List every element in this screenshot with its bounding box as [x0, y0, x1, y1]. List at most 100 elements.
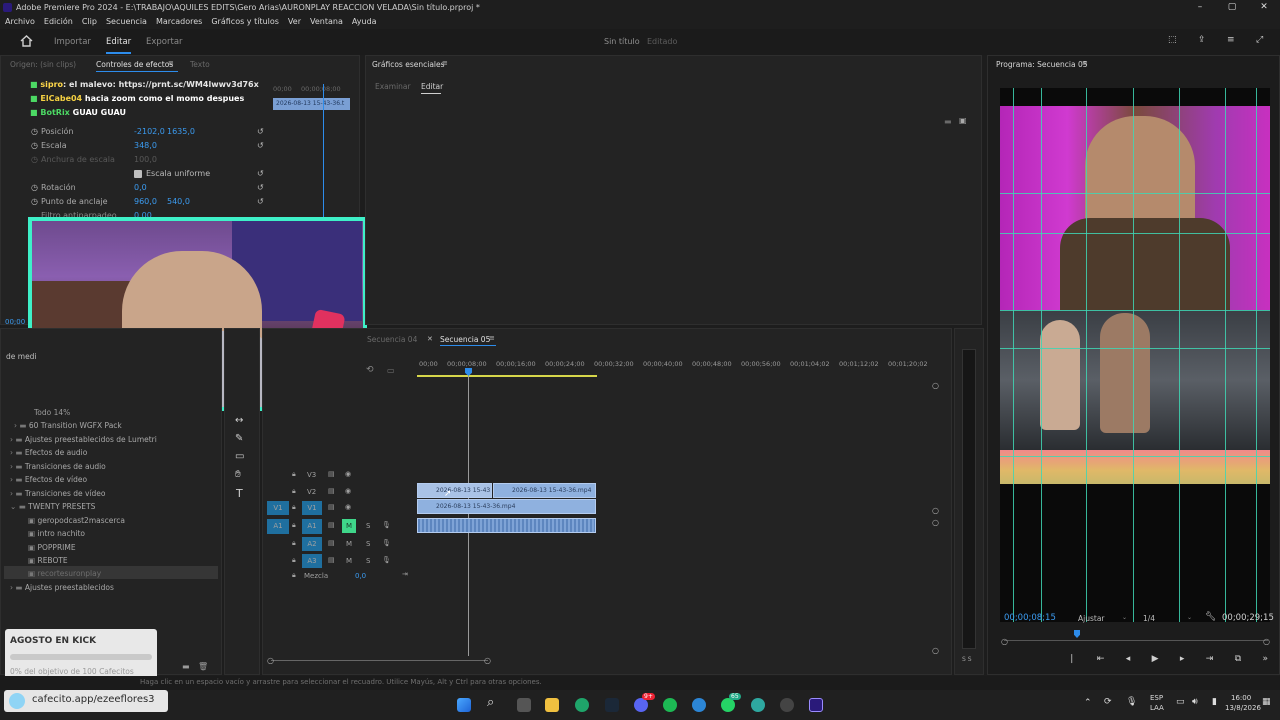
guide-line[interactable] [1179, 88, 1180, 622]
language-top[interactable]: ESP [1150, 694, 1163, 702]
mix-value[interactable]: 0,0 [355, 572, 366, 580]
monitor-icon[interactable]: ▭ [1176, 697, 1185, 707]
menu-graficos[interactable]: Gráficos y títulos [211, 15, 279, 29]
volume-icon[interactable]: 🔊︎ [1192, 697, 1198, 707]
ec-value-x[interactable]: -2102,0 [134, 127, 165, 136]
whatsapp-icon[interactable] [721, 698, 735, 712]
ec-timecode[interactable]: 00;00 [5, 318, 25, 326]
film-icon[interactable]: ▤ [328, 470, 335, 478]
film-icon[interactable]: ▤ [328, 487, 335, 495]
track-id[interactable]: V1 [302, 501, 322, 515]
scroll-handle-icon[interactable]: ○ [267, 656, 274, 665]
guide-line[interactable] [1225, 88, 1226, 622]
project-item[interactable]: ▣ POPPRIME [28, 543, 76, 552]
close-icon[interactable]: ✕ [427, 335, 433, 343]
spotify-icon[interactable] [663, 698, 677, 712]
lock-icon[interactable]: 🔒︎ [292, 571, 296, 580]
donate-link-widget[interactable]: cafecito.app/ezeeflores3 [4, 690, 168, 712]
reset-icon[interactable]: ↺ [257, 127, 264, 136]
clip-a1[interactable] [417, 518, 596, 533]
share-icon[interactable]: ⇪ [1198, 35, 1206, 45]
guide-line[interactable] [1000, 348, 1270, 349]
browser-icon[interactable] [751, 698, 765, 712]
minimize-button[interactable]: – [1184, 0, 1216, 15]
tab-exportar[interactable]: Exportar [146, 37, 183, 47]
solo-button[interactable]: S [366, 540, 370, 548]
linked-selection-icon[interactable]: ▭ [387, 366, 395, 375]
project-item[interactable]: ▣ intro nachito [28, 529, 85, 538]
tray-icon[interactable]: ⟳ [1104, 697, 1112, 707]
go-to-end-icon[interactable]: ⇥ [402, 570, 408, 578]
out-handle-icon[interactable]: ○ [1263, 637, 1270, 646]
panel-menu-icon[interactable]: ≡ [168, 59, 174, 67]
skype-icon[interactable] [692, 698, 706, 712]
reset-icon[interactable]: ↺ [257, 169, 264, 178]
guide-line[interactable] [1000, 193, 1270, 194]
step-back-icon[interactable]: ◂ [1126, 654, 1131, 666]
tab-editar-graphics[interactable]: Editar [421, 82, 443, 91]
microphone-icon[interactable]: 🎙︎ [382, 521, 391, 529]
clip-v1[interactable]: 2026-08-13 15-43-36.mp4 [417, 499, 596, 514]
new-layer-icon[interactable]: ▬ [944, 117, 952, 126]
uniform-scale-checkbox[interactable] [134, 170, 142, 178]
project-item[interactable]: ▣ recortesuronplay [28, 569, 101, 578]
step-forward-icon[interactable]: ▸ [1180, 654, 1185, 666]
scroll-handle-icon[interactable]: ○ [932, 518, 939, 527]
menu-ver[interactable]: Ver [288, 15, 301, 29]
project-item[interactable]: › ▬ Ajustes preestablecidos [10, 583, 114, 592]
export-frame-icon[interactable]: ⧉ [1235, 654, 1241, 666]
go-to-out-icon[interactable]: ⇥ [1206, 654, 1214, 666]
wrench-icon[interactable]: 🔧︎ [1205, 612, 1216, 622]
snap-icon[interactable]: ⟲ [366, 365, 374, 375]
in-handle-icon[interactable]: ○ [1001, 637, 1008, 646]
track-id[interactable]: A3 [302, 554, 322, 568]
program-timecode[interactable]: 00;00;08;15 [1004, 613, 1056, 623]
guide-line[interactable] [1000, 310, 1270, 311]
menu-ventana[interactable]: Ventana [310, 15, 343, 29]
tab-effect-controls[interactable]: Controles de efectos [96, 60, 173, 69]
battery-icon[interactable]: ▮ [1212, 697, 1217, 707]
file-explorer-icon[interactable] [545, 698, 559, 712]
mute-button[interactable]: M [346, 540, 352, 548]
clip-v2-a[interactable]: 2026-08-13 15-43 [417, 483, 492, 498]
scroll-handle-icon[interactable]: ○ [932, 506, 939, 515]
lock-icon[interactable]: 🔒︎ [292, 556, 296, 565]
mute-button[interactable]: M [342, 519, 356, 533]
task-view-icon[interactable] [517, 698, 531, 712]
tab-source[interactable]: Origen: (sin clips) [10, 60, 76, 69]
menu-icon[interactable]: ≡ [1227, 35, 1235, 45]
work-area-bar[interactable] [417, 375, 597, 377]
menu-ayuda[interactable]: Ayuda [352, 15, 377, 29]
marker-icon[interactable]: ❘ [1068, 654, 1076, 666]
menu-marcadores[interactable]: Marcadores [156, 15, 202, 29]
tab-text[interactable]: Texto [190, 60, 210, 69]
project-item[interactable]: › ▬ Efectos de vídeo [10, 475, 87, 484]
ec-clip-bar[interactable]: 2026-08-13 15-43-36.t [273, 98, 350, 110]
guide-line[interactable] [1000, 456, 1270, 457]
lock-icon[interactable]: 🔒︎ [292, 503, 296, 512]
eye-icon[interactable]: ◉ [345, 503, 351, 511]
menu-archivo[interactable]: Archivo [5, 15, 35, 29]
solo-button[interactable]: S [366, 522, 370, 530]
premiere-taskbar-icon[interactable] [809, 698, 823, 712]
tab-importar[interactable]: Importar [54, 37, 91, 47]
guide-line[interactable] [1041, 88, 1042, 622]
ec-value-x[interactable]: 960,0 [134, 197, 157, 206]
project-item[interactable]: ▣ geropodcast2mascerca [28, 516, 125, 525]
chevron-right-icon[interactable]: › [10, 462, 13, 471]
track-id[interactable]: A1 [302, 519, 322, 534]
menu-edicion[interactable]: Edición [44, 15, 73, 29]
clock-time[interactable]: 16:00 [1231, 694, 1251, 702]
chevron-right-icon[interactable]: › [10, 489, 13, 498]
scroll-handle-icon[interactable]: ○ [932, 646, 939, 655]
chevron-down-icon[interactable]: ⌄ [1122, 614, 1127, 621]
steam-icon[interactable] [605, 698, 619, 712]
panel-menu-icon[interactable]: ≡ [489, 334, 495, 342]
stopwatch-icon[interactable]: ◷ [31, 127, 38, 136]
tab-examinar[interactable]: Examinar [375, 82, 411, 91]
resolution-dropdown[interactable]: 1/4 [1143, 614, 1155, 623]
project-item[interactable]: › ▬ Transiciones de vídeo [10, 489, 105, 498]
panel-menu-icon[interactable]: ≡ [1082, 59, 1088, 67]
project-item[interactable]: › ▬ Ajustes preestablecidos de Lumetri [10, 435, 157, 444]
panel-menu-icon[interactable]: ≡ [442, 59, 448, 67]
